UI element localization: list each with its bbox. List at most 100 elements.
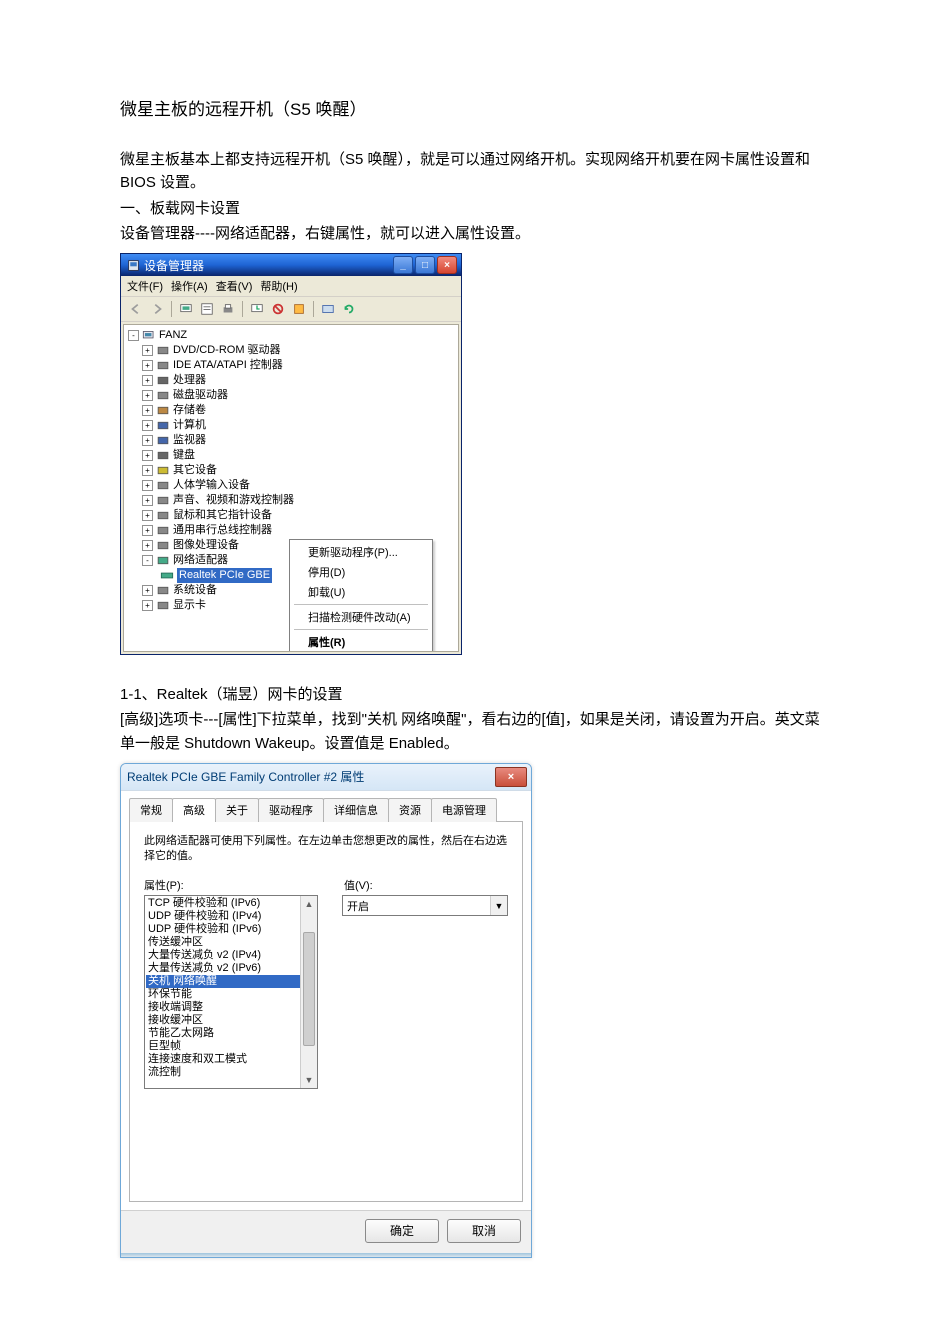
property-list-item[interactable]: 连接速度和双工模式	[146, 1053, 316, 1066]
device-tree[interactable]: - FANZ +DVD/CD-ROM 驱动器+IDE ATA/ATAPI 控制器…	[123, 324, 459, 652]
tree-expand-icon[interactable]: +	[142, 495, 153, 506]
tree-expand-icon[interactable]: +	[142, 375, 153, 386]
paragraph-instruction-1: 设备管理器----网络适配器，右键属性，就可以进入属性设置。	[120, 222, 825, 245]
tree-category-label[interactable]: 其它设备	[173, 463, 217, 478]
tree-expand-icon[interactable]: +	[142, 465, 153, 476]
listbox-scrollbar[interactable]: ▲ ▼	[300, 896, 317, 1088]
tree-category-label[interactable]: 监视器	[173, 433, 206, 448]
tree-expand-icon[interactable]: +	[142, 450, 153, 461]
ok-button[interactable]: 确定	[365, 1219, 439, 1243]
scroll-up-icon[interactable]: ▲	[301, 896, 317, 912]
ctx-uninstall[interactable]: 卸载(U)	[292, 582, 430, 602]
tree-collapse-icon[interactable]: -	[128, 330, 139, 341]
tree-expand-icon[interactable]: +	[142, 600, 153, 611]
devmgr-menubar: 文件(F) 操作(A) 查看(V) 帮助(H)	[121, 276, 461, 297]
tree-category-label[interactable]: 鼠标和其它指针设备	[173, 508, 272, 523]
tree-category-label[interactable]: 人体学输入设备	[173, 478, 250, 493]
maximize-button[interactable]: □	[415, 256, 435, 274]
tree-category-label[interactable]: 计算机	[173, 418, 206, 433]
menu-action[interactable]: 操作(A)	[171, 278, 208, 294]
menu-file[interactable]: 文件(F)	[127, 278, 163, 294]
toolbar-forward-icon[interactable]	[148, 300, 166, 318]
property-list-item[interactable]: 传送缓冲区	[146, 936, 316, 949]
tree-category-label[interactable]: 显示卡	[173, 598, 206, 613]
props-title-text: Realtek PCIe GBE Family Controller #2 属性	[127, 768, 364, 785]
nic-properties-dialog: Realtek PCIe GBE Family Controller #2 属性…	[120, 763, 532, 1258]
property-list-item[interactable]: UDP 硬件校验和 (IPv4)	[146, 910, 316, 923]
device-category-icon	[156, 404, 170, 417]
toolbar-properties-icon[interactable]	[198, 300, 216, 318]
ctx-disable[interactable]: 停用(D)	[292, 562, 430, 582]
toolbar-print-icon[interactable]	[219, 300, 237, 318]
property-list-item[interactable]: 环保节能	[146, 988, 316, 1001]
property-list-item[interactable]: 接收缓冲区	[146, 1014, 316, 1027]
tab-advanced[interactable]: 高级	[172, 798, 216, 822]
ctx-separator	[294, 604, 428, 605]
tree-expand-icon[interactable]: -	[142, 555, 153, 566]
tree-expand-icon[interactable]: +	[142, 510, 153, 521]
tree-category-label[interactable]: 网络适配器	[173, 553, 228, 568]
props-close-button[interactable]: ×	[495, 767, 527, 787]
tree-category-label[interactable]: IDE ATA/ATAPI 控制器	[173, 358, 283, 373]
combobox-dropdown-icon[interactable]: ▼	[490, 896, 507, 915]
tree-expand-icon[interactable]: +	[142, 435, 153, 446]
toolbar-disable-icon[interactable]	[269, 300, 287, 318]
ctx-update-driver[interactable]: 更新驱动程序(P)...	[292, 542, 430, 562]
device-category-icon	[156, 479, 170, 492]
toolbar-scan-icon[interactable]	[319, 300, 337, 318]
device-category-icon	[156, 599, 170, 612]
tree-category-label[interactable]: 声音、视频和游戏控制器	[173, 493, 294, 508]
tree-category-label[interactable]: 磁盘驱动器	[173, 388, 228, 403]
tree-expand-icon[interactable]: +	[142, 360, 153, 371]
property-list-item[interactable]: 节能乙太网路	[146, 1027, 316, 1040]
tree-category-label[interactable]: 系统设备	[173, 583, 217, 598]
toolbar-refresh-icon[interactable]	[340, 300, 358, 318]
device-category-icon	[156, 554, 170, 567]
property-list-item[interactable]: 关机 网络唤醒	[146, 975, 316, 988]
tab-about[interactable]: 关于	[215, 798, 259, 822]
property-list-item[interactable]: TCP 硬件校验和 (IPv6)	[146, 897, 316, 910]
tree-expand-icon[interactable]: +	[142, 525, 153, 536]
tree-nic-selected[interactable]: Realtek PCIe GBE	[177, 568, 272, 583]
close-button[interactable]: ×	[437, 256, 457, 274]
tree-category-label[interactable]: 处理器	[173, 373, 206, 388]
tab-general[interactable]: 常规	[129, 798, 173, 822]
cancel-button[interactable]: 取消	[447, 1219, 521, 1243]
tree-expand-icon[interactable]: +	[142, 390, 153, 401]
tree-expand-icon[interactable]: +	[142, 345, 153, 356]
minimize-button[interactable]: _	[393, 256, 413, 274]
tree-expand-icon[interactable]: +	[142, 405, 153, 416]
menu-help[interactable]: 帮助(H)	[260, 278, 297, 294]
tree-expand-icon[interactable]: +	[142, 480, 153, 491]
property-list-item[interactable]: 大量传送减负 v2 (IPv6)	[146, 962, 316, 975]
toolbar-update-icon[interactable]	[248, 300, 266, 318]
tab-driver[interactable]: 驱动程序	[258, 798, 324, 822]
menu-view[interactable]: 查看(V)	[216, 278, 253, 294]
value-combobox[interactable]: 开启 ▼	[342, 895, 508, 916]
scroll-down-icon[interactable]: ▼	[301, 1072, 317, 1088]
toolbar-uninstall-icon[interactable]	[290, 300, 308, 318]
ctx-scan[interactable]: 扫描检测硬件改动(A)	[292, 607, 430, 627]
tree-category-label[interactable]: 键盘	[173, 448, 195, 463]
tree-expand-icon[interactable]: +	[142, 420, 153, 431]
property-list-item[interactable]: 接收端调整	[146, 1001, 316, 1014]
property-listbox[interactable]: TCP 硬件校验和 (IPv6)UDP 硬件校验和 (IPv4)UDP 硬件校验…	[144, 895, 318, 1089]
tab-resources[interactable]: 资源	[388, 798, 432, 822]
tree-expand-icon[interactable]: +	[142, 585, 153, 596]
tree-category-label[interactable]: DVD/CD-ROM 驱动器	[173, 343, 281, 358]
tab-details[interactable]: 详细信息	[323, 798, 389, 822]
toolbar-back-icon[interactable]	[127, 300, 145, 318]
tree-category-label[interactable]: 存储卷	[173, 403, 206, 418]
property-list-item[interactable]: 流控制	[146, 1066, 316, 1079]
tab-power[interactable]: 电源管理	[431, 798, 497, 822]
ctx-properties[interactable]: 属性(R)	[292, 632, 430, 652]
toolbar-computer-icon[interactable]	[177, 300, 195, 318]
device-category-icon	[156, 509, 170, 522]
tree-expand-icon[interactable]: +	[142, 540, 153, 551]
property-list-item[interactable]: UDP 硬件校验和 (IPv6)	[146, 923, 316, 936]
tree-category-label[interactable]: 通用串行总线控制器	[173, 523, 272, 538]
scroll-thumb[interactable]	[303, 932, 315, 1046]
property-list-item[interactable]: 大量传送减负 v2 (IPv4)	[146, 949, 316, 962]
property-list-item[interactable]: 巨型帧	[146, 1040, 316, 1053]
tree-category-label[interactable]: 图像处理设备	[173, 538, 239, 553]
